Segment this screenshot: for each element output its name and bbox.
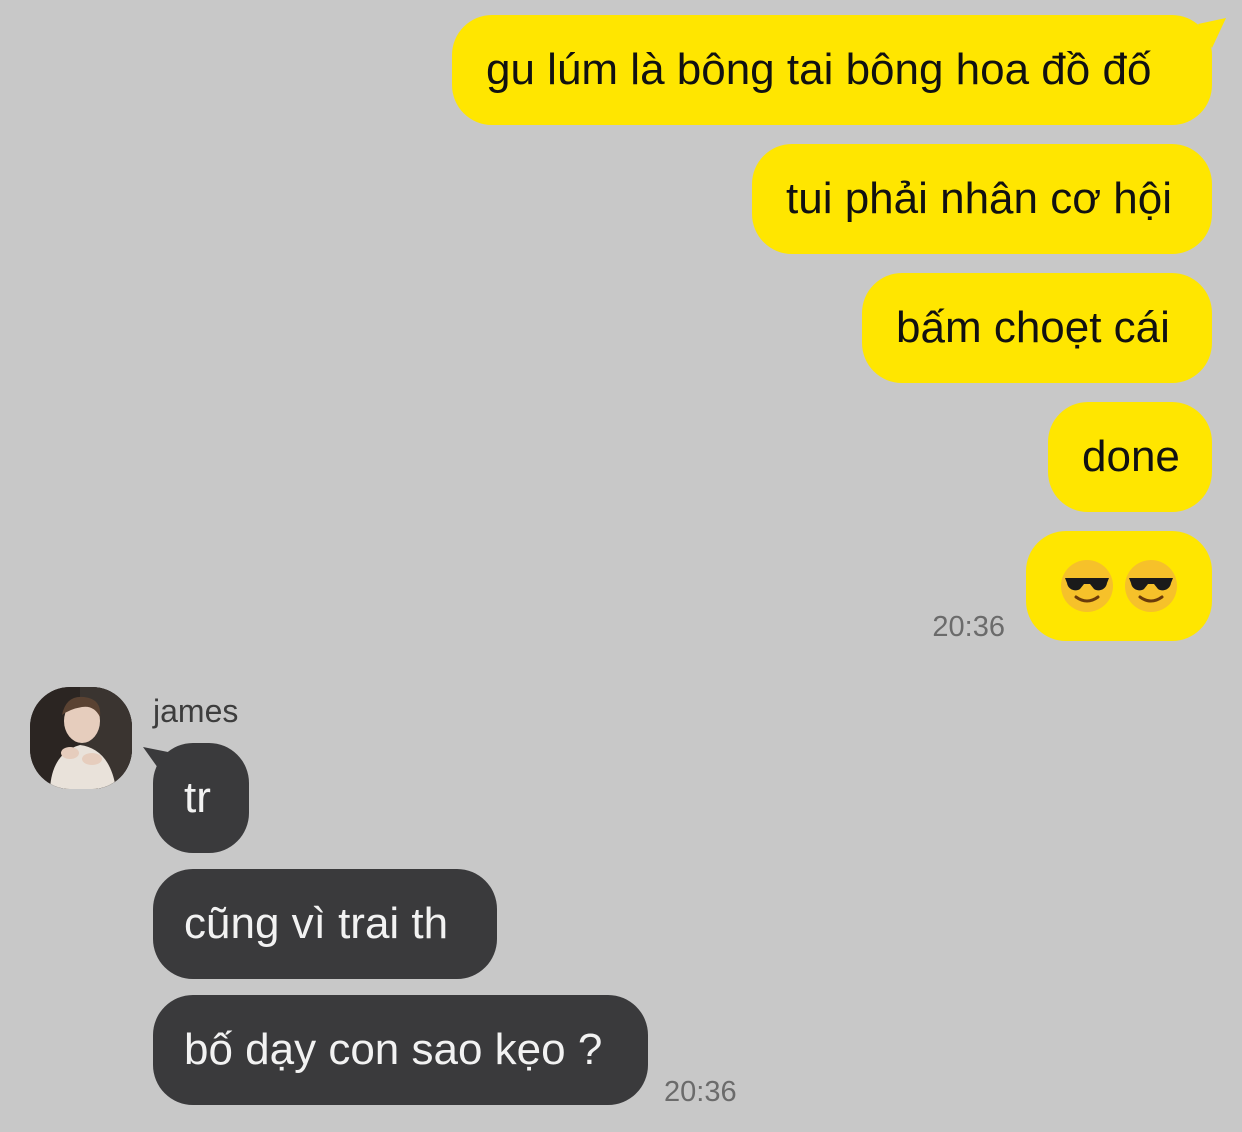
- chat-conversation: gu lúm là bông tai bông hoa đồ đố tui ph…: [0, 0, 1242, 1132]
- avatar-photo: [30, 687, 132, 789]
- outgoing-timestamp: 20:36: [932, 611, 1005, 643]
- outgoing-message-bubble[interactable]: bấm choẹt cái: [862, 273, 1212, 383]
- incoming-message-bubble[interactable]: bố dạy con sao kẹo ?: [153, 995, 648, 1105]
- smiling-face-with-sunglasses-icon: [1061, 560, 1113, 612]
- outgoing-emoji-bubble[interactable]: [1026, 531, 1212, 641]
- message-text: tr: [184, 773, 211, 822]
- message-text: tui phải nhân cơ hội: [786, 174, 1173, 223]
- outgoing-message-bubble[interactable]: done: [1048, 402, 1212, 512]
- smiling-face-with-sunglasses-icon: [1125, 560, 1177, 612]
- incoming-message-bubble[interactable]: tr: [153, 743, 249, 853]
- outgoing-message-bubble[interactable]: gu lúm là bông tai bông hoa đồ đố: [452, 15, 1212, 125]
- outgoing-message-bubble[interactable]: tui phải nhân cơ hội: [752, 144, 1212, 254]
- message-text: done: [1082, 432, 1180, 481]
- message-text: gu lúm là bông tai bông hoa đồ đố: [486, 45, 1152, 94]
- avatar[interactable]: [30, 687, 132, 789]
- incoming-timestamp: 20:36: [664, 1076, 737, 1108]
- message-text: cũng vì trai th: [184, 899, 449, 948]
- message-text: bố dạy con sao kẹo ?: [184, 1025, 603, 1074]
- sender-name: james: [153, 693, 239, 729]
- incoming-message-bubble[interactable]: cũng vì trai th: [153, 869, 497, 979]
- message-text: bấm choẹt cái: [896, 303, 1170, 352]
